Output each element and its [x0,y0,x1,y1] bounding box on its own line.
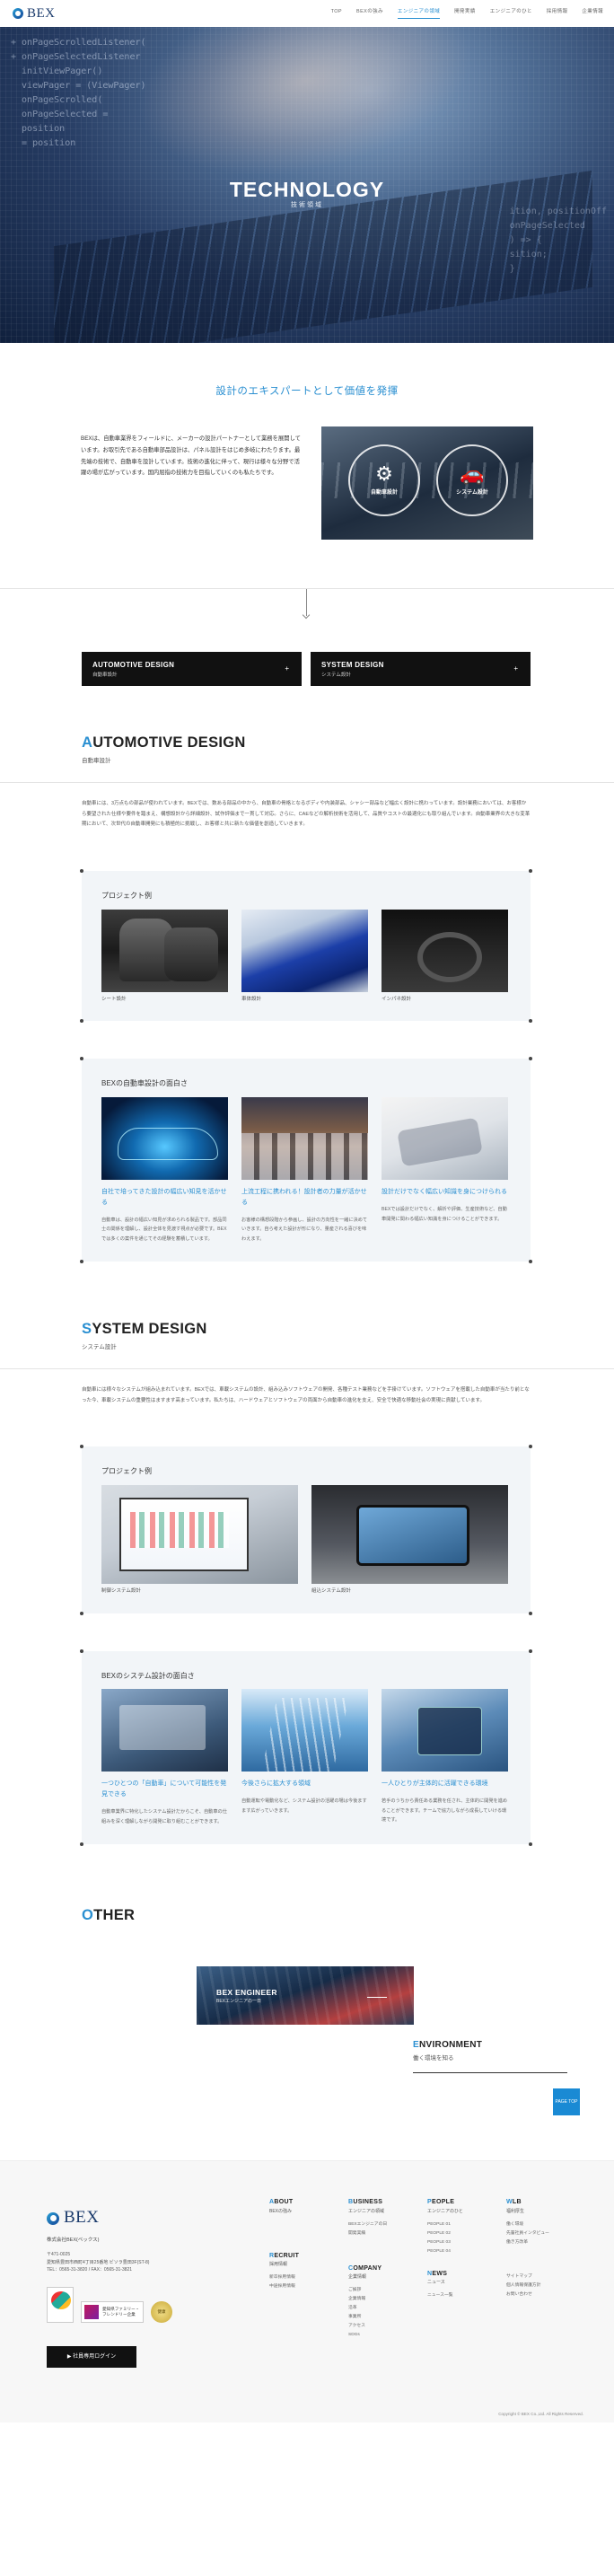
feature-item: 一つひとつの「自動車」について可能性を発見できる 自動車業界に特化したシステム設… [101,1689,228,1826]
site-header: BEX TOP BEXの強み エンジニアの領域 開発実績 エンジニアのひと 採用… [0,0,614,27]
logo-text: BEX [27,6,56,21]
intro-text: BEXは、自動車業界をフィールドに、メーカーの設計パートナーとして業務を展開して… [81,435,301,477]
system-circle: 🚗 システム設計 [436,444,508,517]
intro: BEXは、自動車業界をフィールドに、メーカーの設計パートナーとして業務を展開して… [81,426,614,541]
tab-system-design[interactable]: SYSTEM DESIGN システム設計 + [311,652,531,687]
panel-title: プロジェクト例 [101,891,152,900]
car-signal-icon: 🚗 [460,462,485,485]
footer-col-news: NEWS ニュース ニュース一覧 [427,2270,453,2299]
system-features-panel: BEXのシステム設計の面白さ 一つひとつの「自動車」について可能性を発見できる … [80,1648,532,1847]
embedded-system-image [311,1484,508,1584]
company-address: 〒471-0025 愛知県豊田市西町4丁目25番地 ビソラ豊田3F(ST-8) … [47,2252,150,2273]
nav-item-works[interactable]: 開発実績 [454,8,476,19]
intro-image: ⚙ 自動車設計 🚗 システム設計 [321,426,533,541]
logo-mark-icon [13,8,23,19]
page-subtitle: 技術領域 [291,202,323,208]
system-subtitle: システム設計 [82,1343,117,1350]
car-xray-image [101,1097,228,1181]
automotive-features-panel: BEXの自動車設計の面白さ 自社で培ってきた設計の幅広い知見を活かせる 自動車は… [80,1057,532,1264]
sdgs-badge-icon [47,2287,74,2324]
other-links: BEX ENGINEER BEXエンジニアの一日 ENVIRONMENT 働く環… [0,1954,614,2160]
tablet-image [382,1689,508,1772]
control-system-image [101,1484,298,1584]
section-rule [0,1367,614,1369]
car-body-image [241,909,368,992]
footer-col-business: BUSINESS エンジニアの領域 BEXエンジニアの日 開発実績 COMPAN… [348,2197,402,2340]
nav-item-top[interactable]: TOP [331,8,342,19]
automotive-examples-panel: プロジェクト例 シート設計 車体設計 インパネ設計 [80,868,532,1024]
footer-col-company: COMPANY 企業情報 ご挨拶 企業情報 沿革 事業所 アクセス SDGs [348,2264,382,2338]
section-tabs: AUTOMOTIVE DESIGN 自動車設計 + SYSTEM DESIGN … [82,652,614,687]
scroll-down-arrow-icon [0,589,614,645]
automotive-subtitle: 自動車設計 [82,757,111,764]
feature-item: 今後さらに拡大する領域 自動運転や電動化など、システム設計の活躍の場は今後ますま… [241,1689,368,1826]
feature-item: 設計だけでなく幅広い知識を身につけられる BEXでは設計だけでなく、解析や評価、… [382,1097,508,1244]
instrument-panel-image [382,909,508,992]
logo-mark-icon [47,2211,59,2225]
automotive-body: 自動車には、3万点もの部品が使われています。BEXでは、数ある部品の中から、自動… [82,801,531,828]
nav-item-recruit[interactable]: 採用情報 [547,8,568,19]
global-nav: TOP BEXの強み エンジニアの領域 開発実績 エンジニアのひと 採用情報 企… [331,8,603,19]
page-top-button[interactable]: PAGE TOP [553,2088,580,2116]
nav-item-strength[interactable]: BEXの強み [356,8,383,19]
automotive-title: AUTOMOTIVE DESIGN [82,734,246,752]
parking-lot-image [241,1097,368,1181]
page: BEX TOP BEXの強み エンジニアの領域 開発実績 エンジニアのひと 採用… [0,0,614,2423]
hero-code-left: + onPageScrolledListener( + onPageSelect… [11,38,146,148]
employee-login-button[interactable]: ▶ 社員専用ログイン [47,2346,136,2369]
steering-wheel-icon: ⚙ [375,462,393,485]
example-item: シート設計 [101,909,228,1004]
nav-item-company[interactable]: 企業情報 [582,8,603,19]
footer-col-recruit: RECRUIT 採用情報 新卒採用情報 中途採用情報 [269,2252,300,2289]
site-footer: BEX 株式会社BEX(ベックス) 〒471-0025 愛知県豊田市西町4丁目2… [0,2160,614,2423]
footer-misc-links: サイトマップ 個人情報保護方針 お問い合わせ [506,2273,541,2297]
feature-item: 上流工程に携われる！設計者の力量が活かせる お客様の構想段階から参画し、設計の方… [241,1097,368,1244]
coding-image [101,1689,228,1772]
footer-logo[interactable]: BEX [47,2204,100,2231]
automotive-circle: ⚙ 自動車設計 [348,444,420,517]
other-title: OTHER [82,1907,136,1924]
system-section-head: SYSTEM DESIGN システム設計 [82,1317,614,1352]
section-rule [0,782,614,784]
other-section-head: OTHER [82,1903,614,1927]
environment-link[interactable]: ENVIRONMENT 働く環境を知る [413,2038,567,2073]
automotive-section-head: AUTOMOTIVE DESIGN 自動車設計 [82,731,614,766]
family-friendly-badge: 愛知県ファミリー・フレンドリー企業 [81,2301,144,2324]
panel-title: BEXの自動車設計の面白さ [101,1079,189,1088]
example-item: インパネ設計 [382,909,508,1004]
example-item: 制御システム設計 [101,1484,298,1596]
tab-automotive-design[interactable]: AUTOMOTIVE DESIGN 自動車設計 + [82,652,302,687]
example-item: 組込システム設計 [311,1484,508,1596]
footer-col-people: PEOPLE エンジニアのひと PEOPLE 01 PEOPLE 02 PEOP… [427,2197,481,2340]
health-badge: 健康 [151,2301,172,2324]
intro-heading: 設計のエキスパートとして価値を発揮 [215,386,399,397]
arrow-right-icon [413,2071,567,2073]
desk-work-image [382,1097,508,1181]
footer-nav: ABOUT BEXの強み RECRUIT 採用情報 新卒採用情報 中途採用情報 … [269,2197,585,2340]
footer-col-wlb: WLB 福利厚生 働く環境 先輩社員インタビュー 働き方改革 サイトマップ 個人… [506,2197,560,2340]
system-title: SYSTEM DESIGN [82,1321,207,1338]
panel-title: プロジェクト例 [101,1467,152,1476]
system-body: 自動車には様々なシステムが組み込まれています。BEXでは、車載システムの設計、組… [82,1386,530,1403]
hero-code-right: ition, positionOff onPageSelected ) => {… [509,207,607,274]
arrow-right-icon [367,1997,387,1999]
plus-icon: + [285,664,289,673]
panel-title: BEXのシステム設計の面白さ [101,1671,195,1680]
feature-item: 自社で培ってきた設計の幅広い知見を活かせる 自動車は、設計の幅広い知見が求められ… [101,1097,228,1244]
seat-image [101,909,228,992]
certification-badges: 愛知県ファミリー・フレンドリー企業 健康 [47,2287,172,2324]
hero: + onPageScrolledListener( + onPageSelect… [0,27,614,343]
system-examples-panel: プロジェクト例 制御システム設計 組込システム設計 [80,1445,532,1615]
site-logo[interactable]: BEX [13,3,56,24]
nav-item-people[interactable]: エンジニアのひと [490,8,532,19]
bex-engineer-banner[interactable]: BEX ENGINEER BEXエンジニアの一日 [197,1966,414,2026]
building-image [241,1689,368,1772]
nav-item-technology[interactable]: エンジニアの領域 [397,8,441,19]
example-item: 車体設計 [241,909,368,1004]
footer-col-about: ABOUT BEXの強み RECRUIT 採用情報 新卒採用情報 中途採用情報 [269,2197,323,2340]
plus-icon: + [513,664,518,673]
copyright: Copyright © BEX Co.,Ltd. All Rights Rese… [498,2412,583,2417]
feature-item: 一人ひとりが主体的に活躍できる環境 若手のうちから責任ある業務を任され、主体的に… [382,1689,508,1826]
company-name: 株式会社BEX(ベックス) [47,2238,100,2244]
